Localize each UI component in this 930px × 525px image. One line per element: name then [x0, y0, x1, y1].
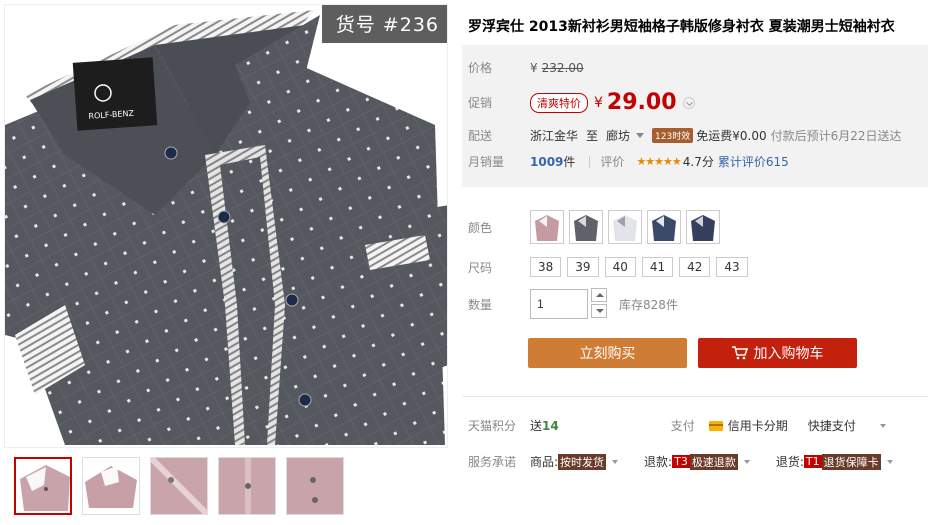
review-count-link[interactable]: 累计评价615	[718, 153, 789, 170]
promo-label: 促销	[468, 96, 493, 110]
color-label: 颜色	[468, 220, 493, 235]
sales-count: 1009	[530, 154, 564, 169]
service-prefix: 退货:	[775, 455, 804, 469]
add-to-cart-button[interactable]: 加入购物车	[698, 338, 857, 368]
size-label: 尺码	[468, 260, 493, 275]
ship-from: 浙江金华	[530, 129, 579, 143]
sku-tag: 货号 #236	[321, 5, 447, 43]
quantity-stepper	[591, 288, 607, 320]
decrement-icon[interactable]	[591, 304, 607, 318]
color-selector: 颜色	[468, 210, 725, 244]
service-item[interactable]: 退款: T3 极速退款	[644, 453, 750, 470]
size-option[interactable]: 39	[567, 257, 599, 277]
services-label: 服务承诺	[468, 455, 517, 469]
thumbnail-4[interactable]	[218, 457, 276, 515]
dropdown-arrow-icon[interactable]	[636, 133, 645, 138]
quantity-label: 数量	[468, 297, 493, 312]
shipping-fee: 免运费¥0.00	[696, 129, 767, 143]
price-box: 价格 ¥ 232.00 促销 清爽特价 ¥ 29.00 配送 浙江金华 至 廊坊…	[462, 45, 928, 187]
promo-row: 促销 清爽特价 ¥ 29.00	[468, 90, 695, 115]
size-option[interactable]: 41	[641, 257, 674, 277]
shipping-label: 配送	[468, 129, 493, 143]
sales-unit: 件	[563, 155, 576, 169]
price-label: 价格	[468, 61, 493, 75]
price-currency: ¥	[530, 60, 538, 75]
ship-to-word: 至	[586, 129, 599, 143]
credit-card-icon	[708, 420, 723, 431]
product-title: 罗浮宾仕 2013新衬衫男短袖格子韩版修身衬衣 夏装潮男士短袖衬衣	[468, 19, 895, 35]
service-prefix: 退款:	[644, 455, 673, 469]
sales-row: 月销量 1009 件 评价 ★★★★★ 4.7分 累计评价615	[468, 153, 789, 170]
quantity-row: 数量 库存828件	[468, 288, 678, 320]
thumbnail-5[interactable]	[286, 457, 344, 515]
credit-installment[interactable]: 信用卡分期	[728, 417, 788, 434]
color-swatch-navy[interactable]	[647, 210, 681, 244]
ship-to-select[interactable]: 廊坊	[606, 127, 630, 144]
service-code: T3	[672, 455, 690, 468]
payment-label: 支付	[670, 419, 695, 433]
promo-tag: 清爽特价	[530, 92, 588, 113]
thumbnail-2[interactable]	[82, 457, 140, 515]
promo-price: 29.00	[606, 90, 677, 115]
buy-now-button[interactable]: 立刻购买	[528, 338, 687, 368]
stock-count: 库存828件	[619, 297, 678, 312]
service-item[interactable]: 退货: T1 退货保障卡	[776, 453, 893, 470]
size-option[interactable]: 38	[530, 257, 562, 277]
divider	[462, 396, 928, 397]
size-selector: 尺码 38 39 40 41 42 43	[468, 257, 754, 277]
chevron-down-icon[interactable]	[682, 96, 695, 109]
points-send: 送	[530, 419, 543, 433]
service-tag: 按时发货	[558, 453, 607, 470]
service-tag: 退货保障卡	[821, 453, 881, 470]
rating-score: 4.7分	[682, 155, 714, 169]
shipping-eta: 付款后预计6月22日送达	[770, 129, 902, 143]
dropdown-arrow-icon	[886, 459, 893, 464]
size-option[interactable]: 40	[604, 257, 636, 277]
thumbnail-3[interactable]	[150, 457, 208, 515]
service-prefix: 商品:	[530, 455, 559, 469]
size-option[interactable]: 43	[716, 257, 748, 277]
dropdown-arrow-icon	[612, 459, 619, 464]
shipping-row: 配送 浙江金华 至 廊坊 123时效 免运费¥0.00 付款后预计6月22日送达	[468, 127, 902, 144]
service-tag: 极速退款	[689, 453, 738, 470]
service-item[interactable]: 商品: 按时发货	[530, 453, 619, 470]
add-to-cart-label: 加入购物车	[753, 346, 824, 362]
price-row: 价格 ¥ 232.00	[468, 59, 584, 76]
color-swatch-white[interactable]	[608, 210, 642, 244]
color-swatch-pink[interactable]	[530, 210, 564, 244]
quick-pay[interactable]: 快捷支付	[808, 417, 856, 434]
size-option[interactable]: 42	[679, 257, 711, 277]
services-row: 服务承诺 商品: 按时发货 退款: T3 极速退款 退货: T1 退货保障卡	[468, 453, 893, 470]
points-label: 天猫积分	[468, 419, 517, 433]
thumbnail-strip	[14, 457, 344, 515]
thumbnail-1[interactable]	[14, 457, 72, 515]
original-price: 232.00	[541, 60, 584, 75]
cart-icon	[731, 346, 748, 360]
increment-icon[interactable]	[591, 288, 607, 302]
promo-currency: ¥	[594, 94, 603, 111]
dropdown-arrow-icon[interactable]	[879, 423, 886, 428]
color-swatch-gray[interactable]	[569, 210, 603, 244]
shirt-illustration: ROLF-BENZ	[5, 5, 447, 447]
points-value: 14	[542, 418, 559, 433]
product-detail-panel: 罗浮宾仕 2013新衬衫男短袖格子韩版修身衬衣 夏装潮男士短袖衬衣 价格 ¥ 2…	[462, 0, 928, 525]
star-rating-icon: ★★★★★	[636, 155, 681, 168]
main-product-image[interactable]: ROLF-BENZ 货号 #236	[4, 4, 448, 448]
dropdown-arrow-icon	[743, 459, 750, 464]
sales-label: 月销量	[468, 155, 505, 169]
quantity-input[interactable]	[530, 289, 588, 319]
buy-now-label: 立刻购买	[579, 346, 636, 362]
service-code: T1	[803, 455, 822, 468]
points-row: 天猫积分 送 14 支付 信用卡分期 快捷支付	[468, 417, 886, 434]
time-badge: 123时效	[652, 128, 694, 143]
rating-label: 评价	[600, 155, 625, 169]
divider	[589, 155, 591, 168]
color-swatch-navy-dark[interactable]	[686, 210, 720, 244]
